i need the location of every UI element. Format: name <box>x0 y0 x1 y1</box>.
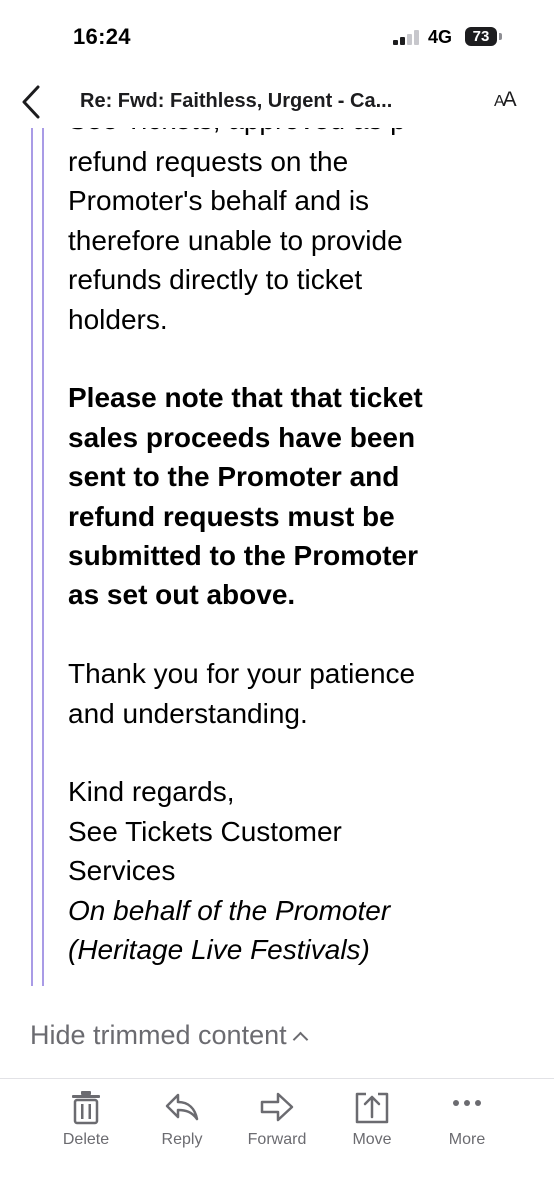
on-behalf-line-1: On behalf of the Promoter <box>68 894 391 926</box>
back-button[interactable] <box>14 82 50 122</box>
email-body[interactable]: See Tickets, approved as p refund reques… <box>0 128 554 1018</box>
status-bar: 16:24 4G 73 <box>0 0 554 76</box>
text-size-large-glyph: A <box>502 88 517 111</box>
cellular-signal-icon <box>393 29 423 45</box>
quote-bar-inner <box>42 128 44 986</box>
move-icon <box>355 1092 389 1124</box>
bottom-toolbar: Delete Reply Forward Move More <box>0 1078 554 1201</box>
notice-paragraph: Please note that that ticket sales proce… <box>68 382 423 611</box>
reply-button[interactable]: Reply <box>137 1089 227 1149</box>
reply-icon <box>165 1093 199 1121</box>
signoff-paragraph: Kind regards, See Tickets Customer Servi… <box>68 776 391 966</box>
trash-icon <box>72 1091 100 1125</box>
battery-nub <box>499 33 502 40</box>
move-button[interactable]: Move <box>327 1089 417 1149</box>
more-icon <box>453 1100 481 1106</box>
chevron-left-icon <box>22 85 40 119</box>
navigation-bar: Re: Fwd: Faithless, Urgent - Ca... AA <box>0 76 554 128</box>
battery-icon: 73 <box>465 27 497 46</box>
move-label: Move <box>352 1131 392 1148</box>
email-subject-title: Re: Fwd: Faithless, Urgent - Ca... <box>80 90 393 112</box>
hide-trimmed-label: Hide trimmed content <box>30 1020 287 1050</box>
more-button[interactable]: More <box>422 1089 512 1149</box>
quoted-message: refund requests on the Promoter's behalf… <box>68 142 538 969</box>
chevron-up-icon <box>292 1031 308 1048</box>
text-size-small-glyph: A <box>494 93 505 110</box>
forward-button[interactable]: Forward <box>232 1089 322 1149</box>
hide-trimmed-content-button[interactable]: Hide trimmed content <box>30 1020 308 1051</box>
on-behalf-line-2: (Heritage Live Festivals) <box>68 934 370 966</box>
forward-icon <box>260 1092 294 1122</box>
quote-bar-outer <box>31 128 33 986</box>
clipped-text-line: See Tickets, approved as p <box>68 128 406 139</box>
delete-button[interactable]: Delete <box>41 1089 131 1149</box>
more-label: More <box>448 1131 486 1148</box>
reply-label: Reply <box>161 1131 203 1148</box>
thanks-paragraph: Thank you for your patience and understa… <box>68 658 416 729</box>
network-type: 4G <box>428 27 453 47</box>
forward-label: Forward <box>247 1131 307 1148</box>
text-size-button[interactable]: AA <box>494 88 517 112</box>
refund-paragraph: refund requests on the Promoter's behalf… <box>68 146 403 335</box>
status-time: 16:24 <box>73 24 131 49</box>
delete-label: Delete <box>62 1131 110 1148</box>
